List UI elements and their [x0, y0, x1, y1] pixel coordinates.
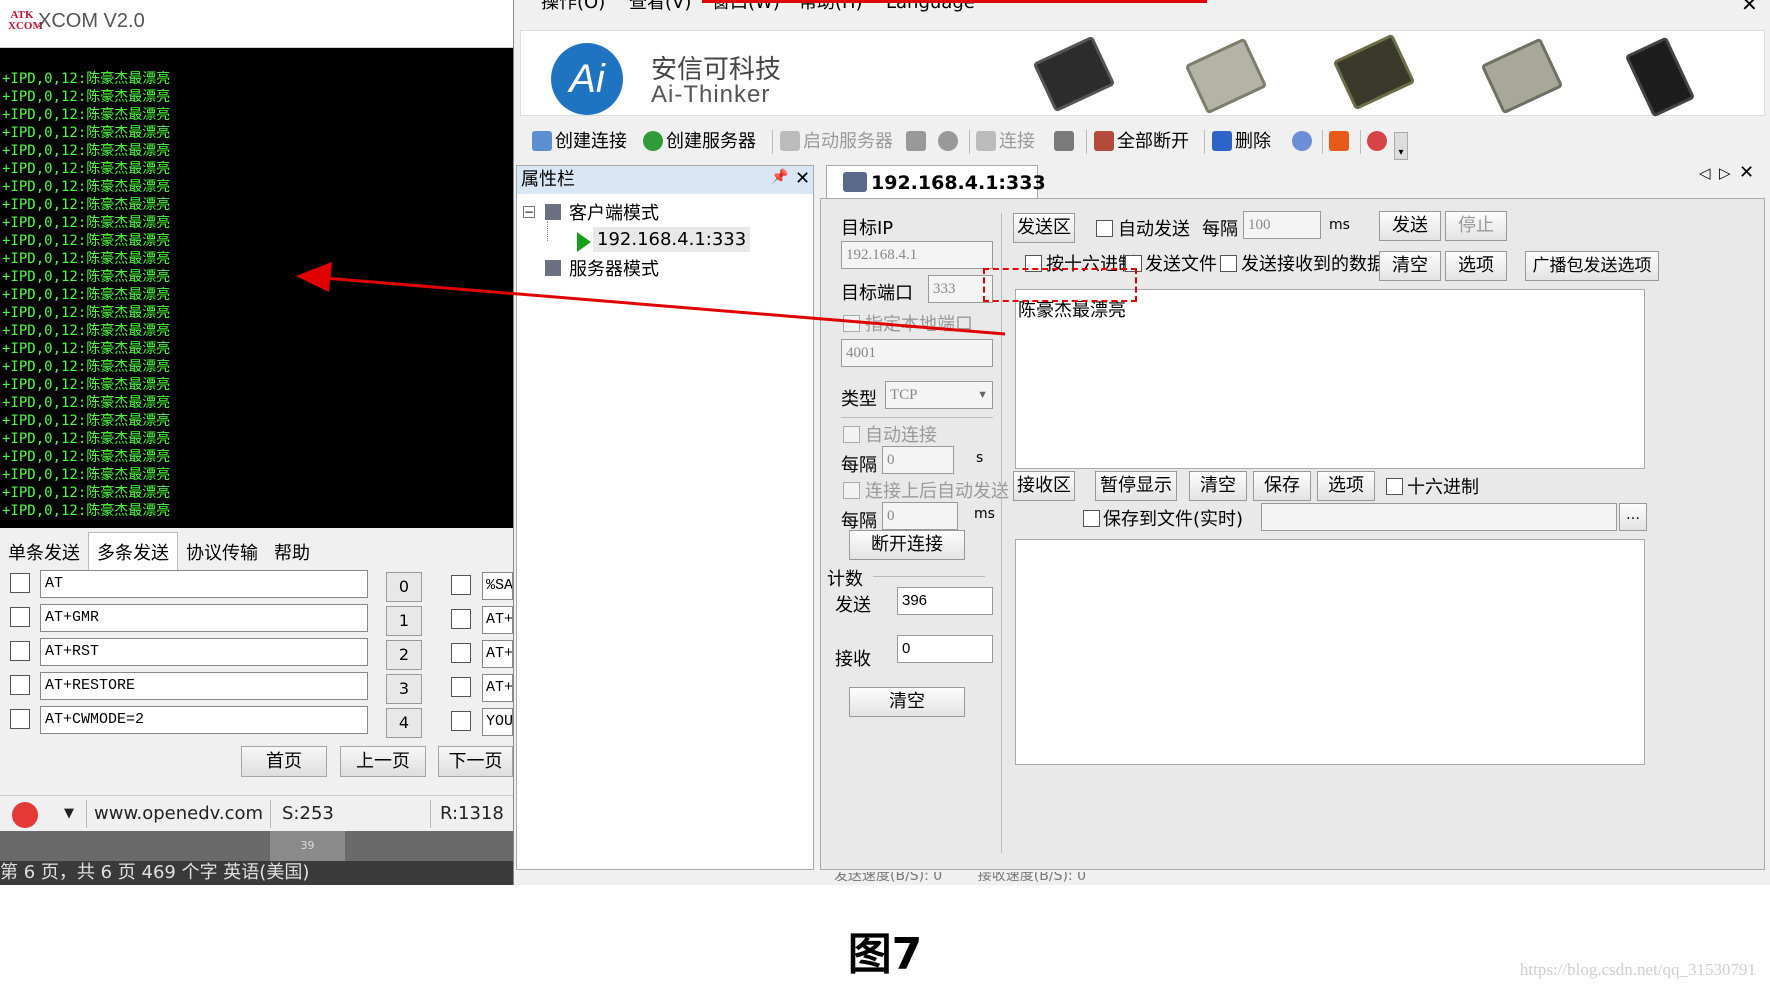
arrowhead-icon — [296, 262, 332, 292]
watermark: https://blog.csdn.net/qq_31530791 — [1519, 960, 1756, 979]
figure-caption: 图7 — [847, 929, 923, 980]
arrow-line — [323, 276, 1006, 336]
annotation-arrow — [296, 262, 1006, 336]
